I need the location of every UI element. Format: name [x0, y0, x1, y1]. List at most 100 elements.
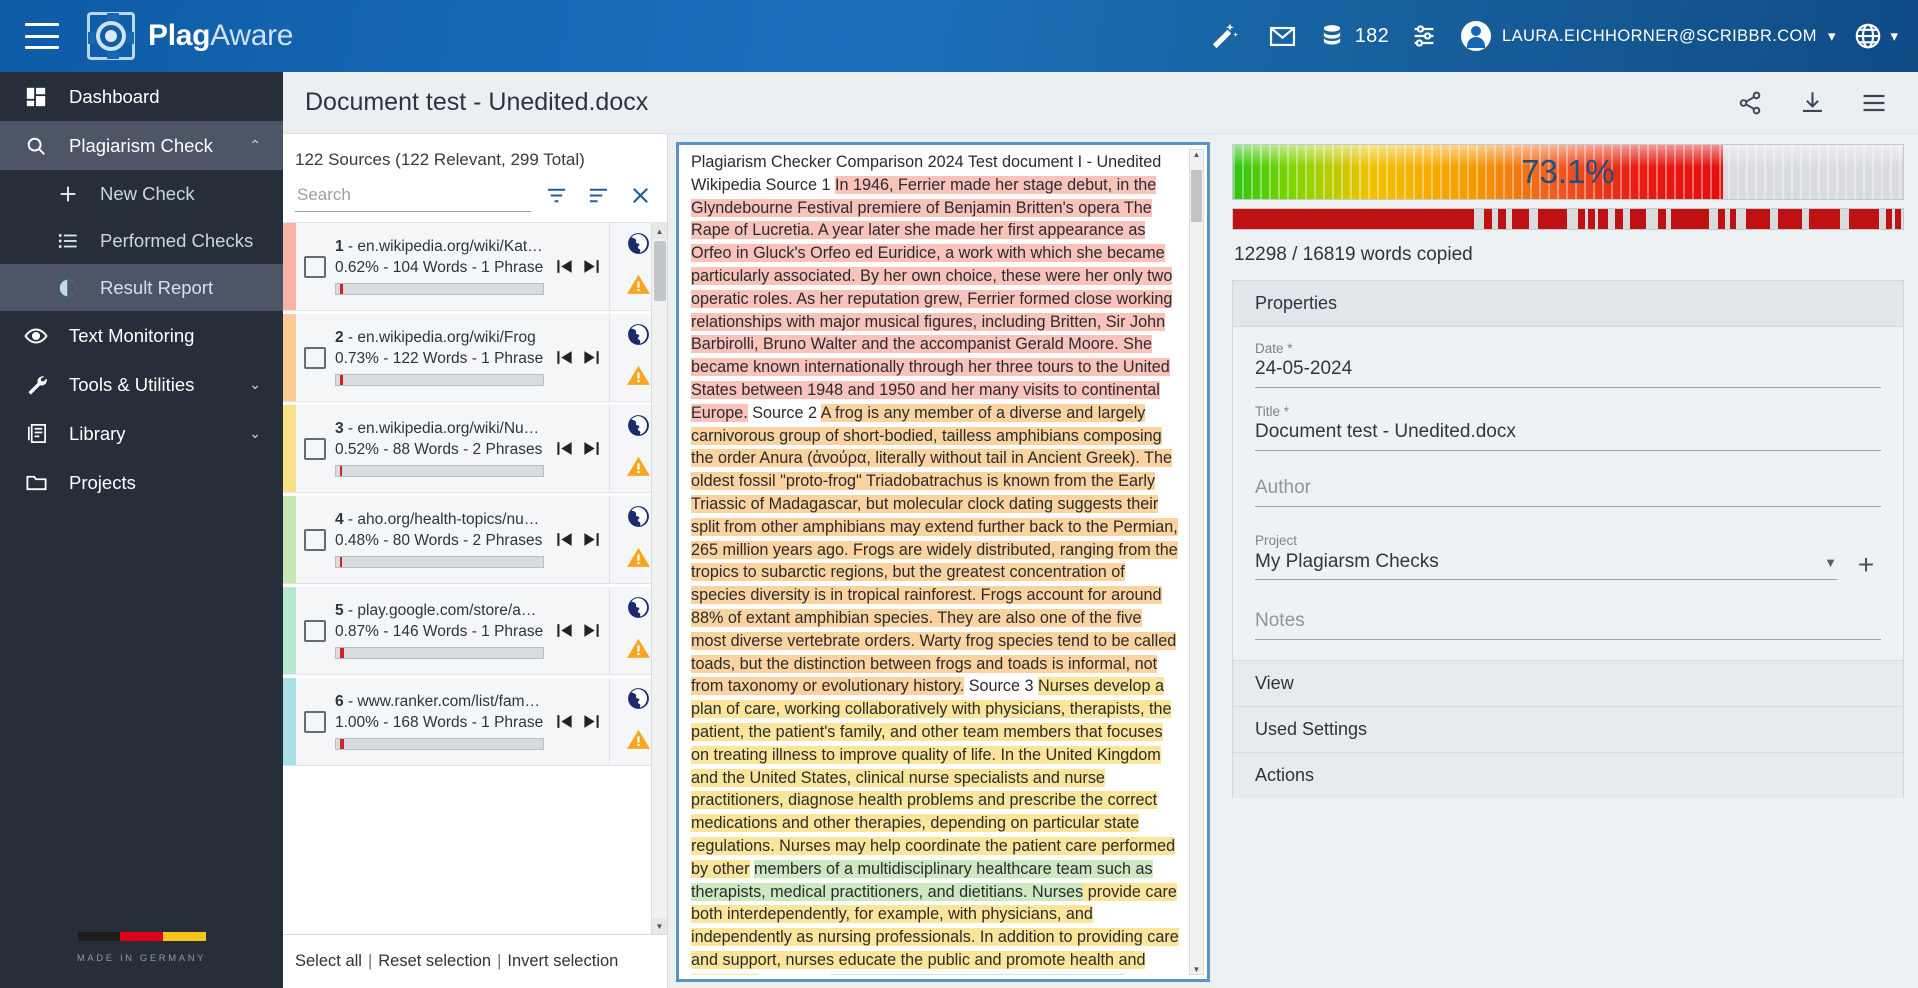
- next-match-icon[interactable]: [580, 346, 603, 369]
- hamburger-menu-icon[interactable]: [1850, 79, 1898, 127]
- view-accordion[interactable]: View: [1233, 660, 1903, 706]
- scrollbar-thumb[interactable]: [654, 241, 666, 301]
- date-field[interactable]: Date * 24-05-2024: [1255, 341, 1881, 388]
- source-url[interactable]: 5 - play.google.com/store/apps/deta...: [335, 602, 544, 620]
- globe-icon: [1856, 23, 1881, 49]
- notes-field[interactable]: Notes: [1255, 610, 1881, 640]
- scroll-down-icon[interactable]: ▼: [1190, 965, 1203, 974]
- document-highlight-orange[interactable]: A frog is any member of a diverse and la…: [691, 403, 1178, 696]
- next-match-icon[interactable]: [580, 528, 603, 551]
- next-match-icon[interactable]: [580, 437, 603, 460]
- source-progress-bar: [335, 465, 544, 477]
- document-text[interactable]: Plagiarism Checker Comparison 2024 Test …: [691, 151, 1199, 975]
- source-checkbox[interactable]: [304, 437, 326, 460]
- language-selector[interactable]: ▾: [1843, 21, 1898, 51]
- prev-match-icon[interactable]: [553, 619, 576, 642]
- source-url[interactable]: 1 - en.wikipedia.org/wiki/Kathleen_F...: [335, 238, 544, 256]
- document-highlight-red[interactable]: In 1946, Ferrier made her stage debut, i…: [691, 175, 1173, 422]
- source-list-item[interactable]: 4 - aho.org/health-topics/nursing 0.48% -…: [283, 496, 667, 584]
- next-match-icon[interactable]: [580, 619, 603, 642]
- source-list-item[interactable]: 6 - www.ranker.com/list/famous-writ... 1.…: [283, 678, 667, 766]
- mail-icon[interactable]: [1254, 7, 1312, 65]
- credits-indicator[interactable]: 182: [1312, 22, 1395, 50]
- add-project-button[interactable]: +: [1851, 550, 1881, 580]
- scroll-up-icon[interactable]: ▲: [652, 223, 667, 239]
- prev-match-icon[interactable]: [553, 528, 576, 551]
- filter-icon[interactable]: [539, 178, 573, 212]
- open-source-globe-icon[interactable]: [626, 504, 651, 534]
- reset-selection-link[interactable]: Reset selection: [378, 952, 491, 971]
- source-checkbox[interactable]: [304, 619, 326, 642]
- open-source-globe-icon[interactable]: [626, 322, 651, 352]
- source-url[interactable]: 6 - www.ranker.com/list/famous-writ...: [335, 693, 544, 711]
- source-url[interactable]: 3 - en.wikipedia.org/wiki/Nursing: [335, 420, 544, 438]
- download-icon[interactable]: [1788, 79, 1836, 127]
- title-value[interactable]: Document test - Unedited.docx: [1255, 421, 1881, 451]
- open-source-globe-icon[interactable]: [626, 686, 651, 716]
- menu-icon[interactable]: [25, 23, 59, 49]
- sidebar-item-projects[interactable]: Projects: [0, 458, 283, 507]
- plus-icon: [56, 183, 80, 205]
- scroll-down-icon[interactable]: ▼: [652, 918, 667, 934]
- search-input[interactable]: [295, 181, 531, 212]
- prev-match-icon[interactable]: [553, 710, 576, 733]
- source-url[interactable]: 4 - aho.org/health-topics/nursing: [335, 511, 544, 529]
- used-settings-accordion[interactable]: Used Settings: [1233, 706, 1903, 752]
- open-source-globe-icon[interactable]: [626, 231, 651, 261]
- source-list-item[interactable]: 2 - en.wikipedia.org/wiki/Frog 0.73% - 12…: [283, 314, 667, 402]
- warning-icon[interactable]: [626, 545, 651, 575]
- open-source-globe-icon[interactable]: [626, 413, 651, 443]
- sidebar-item-plagiarism-check[interactable]: Plagiarism Check ⌃: [0, 121, 283, 170]
- open-source-globe-icon[interactable]: [626, 595, 651, 625]
- magic-wand-icon[interactable]: [1196, 7, 1254, 65]
- sidebar-subitem-performed-checks[interactable]: Performed Checks: [0, 217, 283, 264]
- actions-accordion[interactable]: Actions: [1233, 752, 1903, 798]
- warning-icon[interactable]: [626, 636, 651, 666]
- warning-icon[interactable]: [626, 727, 651, 757]
- sliders-icon[interactable]: [1395, 7, 1453, 65]
- sidebar-item-dashboard[interactable]: Dashboard: [0, 72, 283, 121]
- account-menu[interactable]: LAURA.EICHHORNER@SCRIBBR.COM ▾: [1453, 21, 1843, 51]
- warning-icon[interactable]: [626, 363, 651, 393]
- source-checkbox[interactable]: [304, 346, 326, 369]
- invert-selection-link[interactable]: Invert selection: [507, 952, 618, 971]
- sidebar-item-tools-utilities[interactable]: Tools & Utilities ⌄: [0, 360, 283, 409]
- prev-match-icon[interactable]: [553, 437, 576, 460]
- sidebar-subitem-label: New Check: [100, 182, 195, 204]
- next-match-icon[interactable]: [580, 255, 603, 278]
- warning-icon[interactable]: [626, 272, 651, 302]
- source-url[interactable]: 2 - en.wikipedia.org/wiki/Frog: [335, 329, 544, 347]
- sidebar-item-text-monitoring[interactable]: Text Monitoring: [0, 311, 283, 360]
- source-list-item[interactable]: 3 - en.wikipedia.org/wiki/Nursing 0.52% -…: [283, 405, 667, 493]
- source-progress-bar: [335, 283, 544, 295]
- sidebar-subitem-new-check[interactable]: New Check: [0, 170, 283, 217]
- project-field[interactable]: Project My Plagiarsm Checks ▼ +: [1255, 533, 1881, 580]
- properties-header[interactable]: Properties: [1233, 281, 1903, 327]
- prev-match-icon[interactable]: [553, 255, 576, 278]
- sort-icon[interactable]: [581, 178, 615, 212]
- source-list-item[interactable]: 5 - play.google.com/store/apps/deta... 0.…: [283, 587, 667, 675]
- source-checkbox[interactable]: [304, 528, 326, 551]
- prev-match-icon[interactable]: [553, 346, 576, 369]
- source-checkbox[interactable]: [304, 255, 326, 278]
- source-stats: 1.00% - 168 Words - 1 Phrase: [335, 714, 544, 731]
- author-field[interactable]: Author: [1255, 477, 1881, 507]
- next-match-icon[interactable]: [580, 710, 603, 733]
- project-select[interactable]: My Plagiarsm Checks ▼: [1255, 551, 1837, 580]
- sidebar-item-library[interactable]: Library ⌄: [0, 409, 283, 458]
- warning-icon[interactable]: [626, 454, 651, 484]
- source-list-item[interactable]: 1 - en.wikipedia.org/wiki/Kathleen_F... 0…: [283, 223, 667, 311]
- sources-scrollbar[interactable]: ▲ ▼: [651, 223, 667, 934]
- document-highlight-yellow[interactable]: Nurses develop a plan of care, working c…: [691, 677, 1176, 878]
- scroll-up-icon[interactable]: ▲: [1190, 150, 1203, 159]
- scrollbar-thumb[interactable]: [1191, 170, 1202, 222]
- sources-list[interactable]: 1 - en.wikipedia.org/wiki/Kathleen_F... 0…: [283, 222, 667, 934]
- sidebar-subitem-result-report[interactable]: Result Report: [0, 264, 283, 311]
- close-icon[interactable]: [623, 178, 657, 212]
- document-scrollbar[interactable]: ▲ ▼: [1189, 149, 1204, 975]
- title-field[interactable]: Title * Document test - Unedited.docx: [1255, 404, 1881, 451]
- source-checkbox[interactable]: [304, 710, 326, 733]
- share-icon[interactable]: [1726, 79, 1774, 127]
- date-value[interactable]: 24-05-2024: [1255, 358, 1881, 388]
- select-all-link[interactable]: Select all: [295, 952, 362, 971]
